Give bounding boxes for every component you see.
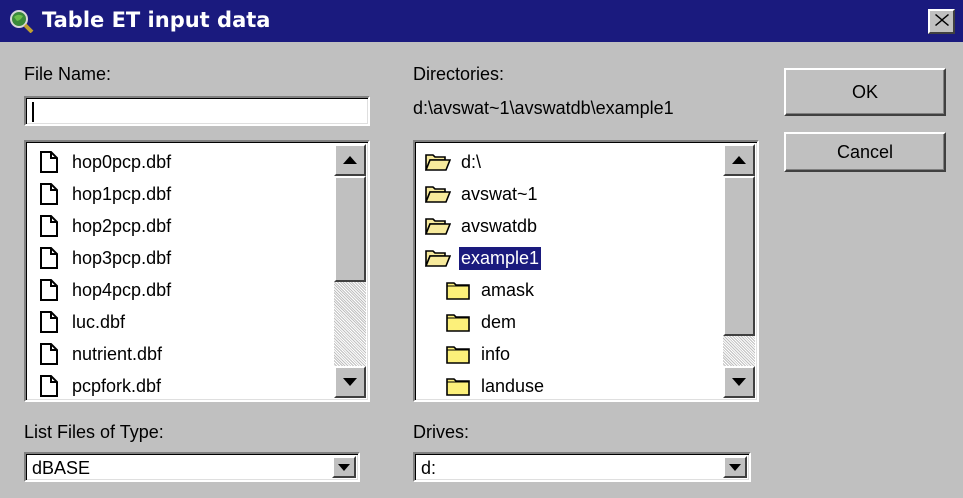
directory-list-scrollbar[interactable] (723, 144, 755, 398)
folder-icon (445, 277, 471, 303)
file-list-scrollbar[interactable] (334, 144, 366, 398)
directory-list-item-label: avswatdb (461, 215, 538, 236)
scroll-thumb[interactable] (334, 176, 366, 282)
directory-list-item[interactable]: dem (417, 306, 723, 338)
scroll-down-button[interactable] (334, 366, 366, 398)
open-folder-icon (425, 213, 451, 239)
file-list-item-label: hop3pcp.dbf (72, 247, 172, 268)
document-icon (36, 373, 62, 398)
current-path: d:\avswat~1\avswatdb\example1 (413, 98, 674, 118)
file-type-label: List Files of Type: (24, 422, 164, 442)
file-list-item-label: pcpfork.dbf (72, 375, 162, 396)
document-icon (36, 149, 62, 175)
folder-icon (445, 373, 471, 398)
drives-value: d: (421, 458, 437, 478)
document-icon (36, 341, 62, 367)
directory-list-item[interactable]: avswat~1 (417, 178, 723, 210)
directory-list-item[interactable]: example1 (417, 242, 723, 274)
arrow-down-icon (729, 458, 741, 476)
file-name-label: File Name: (24, 64, 112, 84)
open-folder-icon (425, 245, 451, 271)
arrow-down-icon (338, 458, 350, 476)
window-title: Table ET input data (42, 8, 271, 32)
directory-list-item-label: avswat~1 (461, 183, 538, 204)
directory-list-item-label: d:\ (461, 151, 482, 172)
file-list[interactable]: hop0pcp.dbf hop1pcp.dbf hop2pcp.dbf hop3pcp… (24, 140, 370, 402)
file-list-item[interactable]: pcpfork.dbf (28, 370, 334, 398)
text-caret (32, 102, 34, 122)
file-list-item[interactable]: hop1pcp.dbf (28, 178, 334, 210)
ok-button[interactable]: OK (784, 68, 946, 116)
open-folder-icon (425, 181, 451, 207)
document-icon (36, 245, 62, 271)
file-type-dropdown-button[interactable] (332, 456, 356, 478)
arrow-down-icon (732, 373, 746, 391)
scroll-up-button[interactable] (723, 144, 755, 176)
directory-list-item-label: example1 (459, 246, 542, 270)
directory-list-item-label: info (481, 343, 511, 364)
file-list-item-label: nutrient.dbf (72, 343, 163, 364)
file-list-item-label: luc.dbf (72, 311, 126, 332)
cancel-button[interactable]: Cancel (784, 132, 946, 172)
drives-select[interactable]: d: (413, 452, 751, 482)
document-icon (36, 309, 62, 335)
file-list-item[interactable]: luc.dbf (28, 306, 334, 338)
folder-icon (445, 309, 471, 335)
title-bar[interactable]: Table ET input data (0, 0, 963, 42)
file-list-item[interactable]: hop0pcp.dbf (28, 146, 334, 178)
scroll-thumb[interactable] (723, 176, 755, 336)
drives-label: Drives: (413, 422, 470, 442)
arrow-up-icon (343, 151, 357, 169)
directory-list[interactable]: d:\ avswat~1 avswatdb example1 amask dem info l… (413, 140, 759, 402)
document-icon (36, 181, 62, 207)
document-icon (36, 277, 62, 303)
document-icon (36, 213, 62, 239)
directory-list-item[interactable]: landuse (417, 370, 723, 398)
file-list-item[interactable]: nutrient.dbf (28, 338, 334, 370)
directories-label: Directories: (413, 64, 505, 84)
file-type-select[interactable]: dBASE (24, 452, 360, 482)
directory-list-item-label: dem (481, 311, 517, 332)
close-icon (934, 13, 949, 31)
dialog-window: Table ET input data File Name: hop0pcp.d… (0, 0, 963, 498)
directory-list-item-label: landuse (481, 375, 545, 396)
directory-list-item-label: amask (481, 279, 535, 300)
arrow-down-icon (343, 373, 357, 391)
close-button[interactable] (928, 9, 955, 34)
file-list-item-label: hop0pcp.dbf (72, 151, 172, 172)
directory-list-item[interactable]: amask (417, 274, 723, 306)
directory-list-item[interactable]: d:\ (417, 146, 723, 178)
file-name-input[interactable] (24, 96, 370, 126)
scroll-down-button[interactable] (723, 366, 755, 398)
directory-list-item[interactable]: avswatdb (417, 210, 723, 242)
file-type-value: dBASE (32, 458, 91, 478)
file-list-item-label: hop1pcp.dbf (72, 183, 172, 204)
file-list-item-label: hop4pcp.dbf (72, 279, 172, 300)
open-folder-icon (425, 149, 451, 175)
directory-list-items: d:\ avswat~1 avswatdb example1 amask dem info l… (417, 144, 723, 398)
file-list-item[interactable]: hop3pcp.dbf (28, 242, 334, 274)
file-list-item[interactable]: hop2pcp.dbf (28, 210, 334, 242)
file-list-items: hop0pcp.dbf hop1pcp.dbf hop2pcp.dbf hop3pcp… (28, 144, 334, 398)
file-list-item-label: hop2pcp.dbf (72, 215, 172, 236)
folder-icon (445, 341, 471, 367)
file-list-item[interactable]: hop4pcp.dbf (28, 274, 334, 306)
arrow-up-icon (732, 151, 746, 169)
directory-list-item[interactable]: info (417, 338, 723, 370)
scroll-up-button[interactable] (334, 144, 366, 176)
drives-dropdown-button[interactable] (723, 456, 747, 478)
magnifier-globe-icon (8, 9, 34, 34)
